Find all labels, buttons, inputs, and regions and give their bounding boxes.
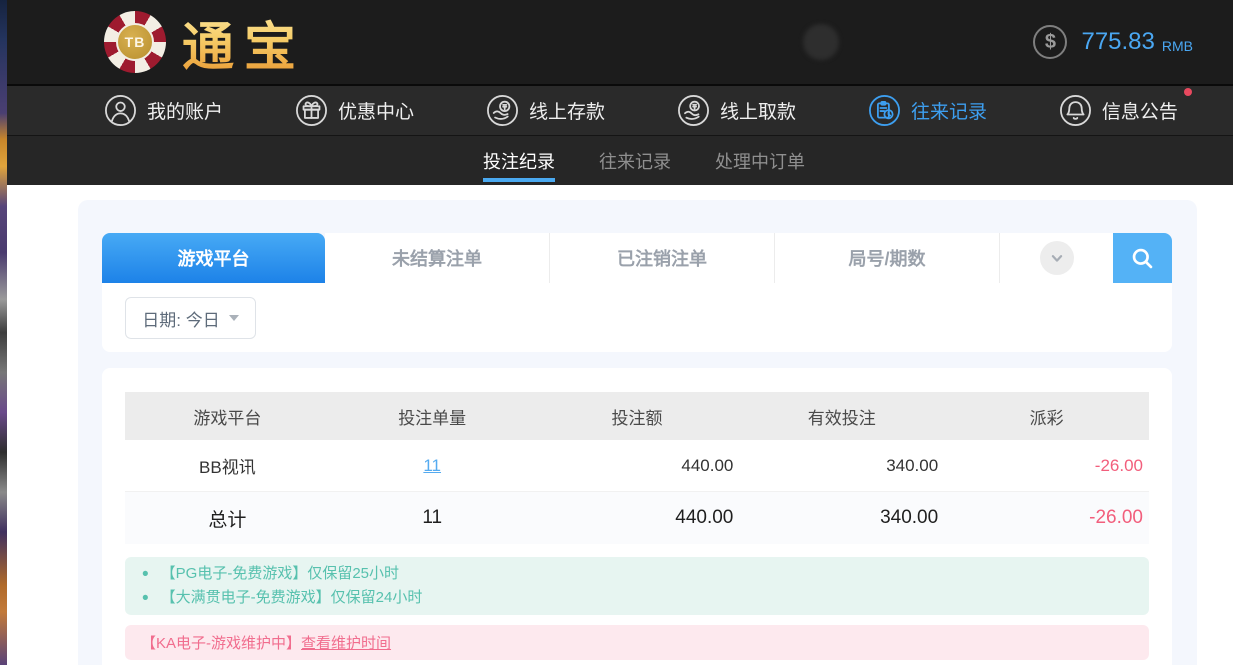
date-dropdown-label: 日期: 今日 bbox=[142, 306, 219, 331]
tab-pending-orders[interactable]: 处理中订单 bbox=[715, 136, 805, 185]
nav-label: 线上存款 bbox=[529, 97, 605, 124]
filter-tab-game-platform[interactable]: 游戏平台 bbox=[102, 233, 325, 283]
col-header-payout: 派彩 bbox=[944, 404, 1149, 429]
nav-label: 线上取款 bbox=[720, 97, 796, 124]
total-label: 总计 bbox=[125, 505, 330, 532]
nav-label: 信息公告 bbox=[1102, 97, 1178, 124]
filter-tab-unsettled[interactable]: 未结算注单 bbox=[325, 233, 550, 283]
secondary-navigation: 投注纪录 往来记录 处理中订单 bbox=[0, 135, 1233, 185]
nav-item-my-account[interactable]: 我的账户 bbox=[104, 94, 223, 127]
bell-icon bbox=[1059, 94, 1092, 127]
col-header-bet-amount: 投注额 bbox=[535, 404, 740, 429]
date-dropdown[interactable]: 日期: 今日 bbox=[125, 297, 256, 339]
bet-summary-table: 游戏平台 投注单量 投注额 有效投注 派彩 BB视讯 11 440.00 340… bbox=[125, 392, 1149, 544]
filter-more-toggle[interactable] bbox=[1000, 233, 1113, 283]
cell-payout: -26.00 bbox=[944, 456, 1149, 476]
filter-tab-bar: 游戏平台 未结算注单 已注销注单 局号/期数 bbox=[102, 233, 1172, 283]
col-header-bet-count: 投注单量 bbox=[330, 404, 535, 429]
user-icon bbox=[104, 94, 137, 127]
content-card: 游戏平台 未结算注单 已注销注单 局号/期数 日期: 今日 游戏平台 投注单量 bbox=[78, 200, 1197, 665]
filter-tab-round-number[interactable]: 局号/期数 bbox=[775, 233, 1000, 283]
total-bet-count: 11 bbox=[330, 507, 535, 529]
cell-bet-amount: 440.00 bbox=[535, 456, 740, 476]
search-icon bbox=[1129, 245, 1156, 272]
table-header-row: 游戏平台 投注单量 投注额 有效投注 派彩 bbox=[125, 392, 1149, 440]
brand-name: 通宝 bbox=[182, 5, 306, 80]
cell-platform: BB视讯 bbox=[125, 453, 330, 478]
bullet-icon: • bbox=[142, 589, 149, 608]
nav-item-announcements[interactable]: 信息公告 bbox=[1059, 94, 1178, 127]
withdraw-icon bbox=[677, 94, 710, 127]
nav-item-transaction-records[interactable]: 往来记录 bbox=[868, 94, 987, 127]
chevron-down-icon bbox=[1040, 241, 1074, 275]
notification-badge-dot bbox=[1184, 88, 1192, 96]
maintenance-notice-box: 【KA电子-游戏维护中】查看维护时间 bbox=[125, 625, 1149, 660]
wallet-currency: RMB bbox=[1162, 38, 1193, 54]
bullet-icon: • bbox=[142, 565, 149, 584]
chip-monogram: TB bbox=[116, 23, 154, 61]
deposit-icon bbox=[486, 94, 519, 127]
main-navigation: 我的账户 优惠中心 线上存款 线上取款 bbox=[0, 84, 1233, 135]
dollar-circle-icon: $ bbox=[1033, 25, 1067, 59]
maintenance-notice-text: 【KA电子-游戏维护中】 bbox=[141, 635, 301, 652]
username-redacted bbox=[847, 30, 987, 54]
promo-notice-line: • 【大满贯电子-免费游戏】仅保留24小时 bbox=[125, 586, 1149, 610]
nav-label: 优惠中心 bbox=[338, 97, 414, 124]
search-button[interactable] bbox=[1113, 233, 1172, 283]
total-bet-amount: 440.00 bbox=[535, 507, 740, 529]
table-total-row: 总计 11 440.00 340.00 -26.00 bbox=[125, 492, 1149, 544]
nav-label: 往来记录 bbox=[911, 97, 987, 124]
bet-count-link[interactable]: 11 bbox=[423, 456, 441, 475]
col-header-valid-bet: 有效投注 bbox=[739, 404, 944, 429]
nav-item-promotions[interactable]: 优惠中心 bbox=[295, 94, 414, 127]
total-payout: -26.00 bbox=[944, 507, 1149, 529]
promo-notice-text: 【PG电子-免费游戏】仅保留25小时 bbox=[161, 562, 399, 586]
promo-notice-line: • 【PG电子-免费游戏】仅保留25小时 bbox=[125, 562, 1149, 586]
poker-chip-logo-icon: TB bbox=[104, 11, 166, 73]
tab-bet-records[interactable]: 投注纪录 bbox=[483, 136, 555, 185]
date-filter-panel: 日期: 今日 bbox=[102, 283, 1172, 352]
background-image-sliver bbox=[0, 0, 7, 665]
nav-item-withdraw[interactable]: 线上取款 bbox=[677, 94, 796, 127]
table-row: BB视讯 11 440.00 340.00 -26.00 bbox=[125, 440, 1149, 492]
brand-logo[interactable]: TB 通宝 bbox=[104, 5, 306, 80]
nav-label: 我的账户 bbox=[147, 97, 223, 124]
gift-icon bbox=[295, 94, 328, 127]
top-header: TB 通宝 $ 775.83 RMB bbox=[0, 0, 1233, 84]
promo-notice-box: • 【PG电子-免费游戏】仅保留25小时 • 【大满贯电子-免费游戏】仅保留24… bbox=[125, 557, 1149, 615]
tab-transaction-records[interactable]: 往来记录 bbox=[599, 136, 671, 185]
avatar bbox=[803, 24, 839, 60]
col-header-platform: 游戏平台 bbox=[125, 404, 330, 429]
user-account-area[interactable]: $ 775.83 RMB bbox=[803, 24, 1233, 60]
wallet-balance: 775.83 bbox=[1081, 28, 1154, 56]
results-panel: 游戏平台 投注单量 投注额 有效投注 派彩 BB视讯 11 440.00 340… bbox=[102, 368, 1172, 665]
total-valid-bet: 340.00 bbox=[739, 507, 944, 529]
promo-notice-text: 【大满贯电子-免费游戏】仅保留24小时 bbox=[161, 586, 423, 610]
records-icon bbox=[868, 94, 901, 127]
cell-valid-bet: 340.00 bbox=[739, 456, 944, 476]
caret-down-icon bbox=[229, 315, 239, 321]
nav-item-deposit[interactable]: 线上存款 bbox=[486, 94, 605, 127]
filter-tab-cancelled[interactable]: 已注销注单 bbox=[550, 233, 775, 283]
maintenance-time-link[interactable]: 查看维护时间 bbox=[301, 635, 391, 652]
